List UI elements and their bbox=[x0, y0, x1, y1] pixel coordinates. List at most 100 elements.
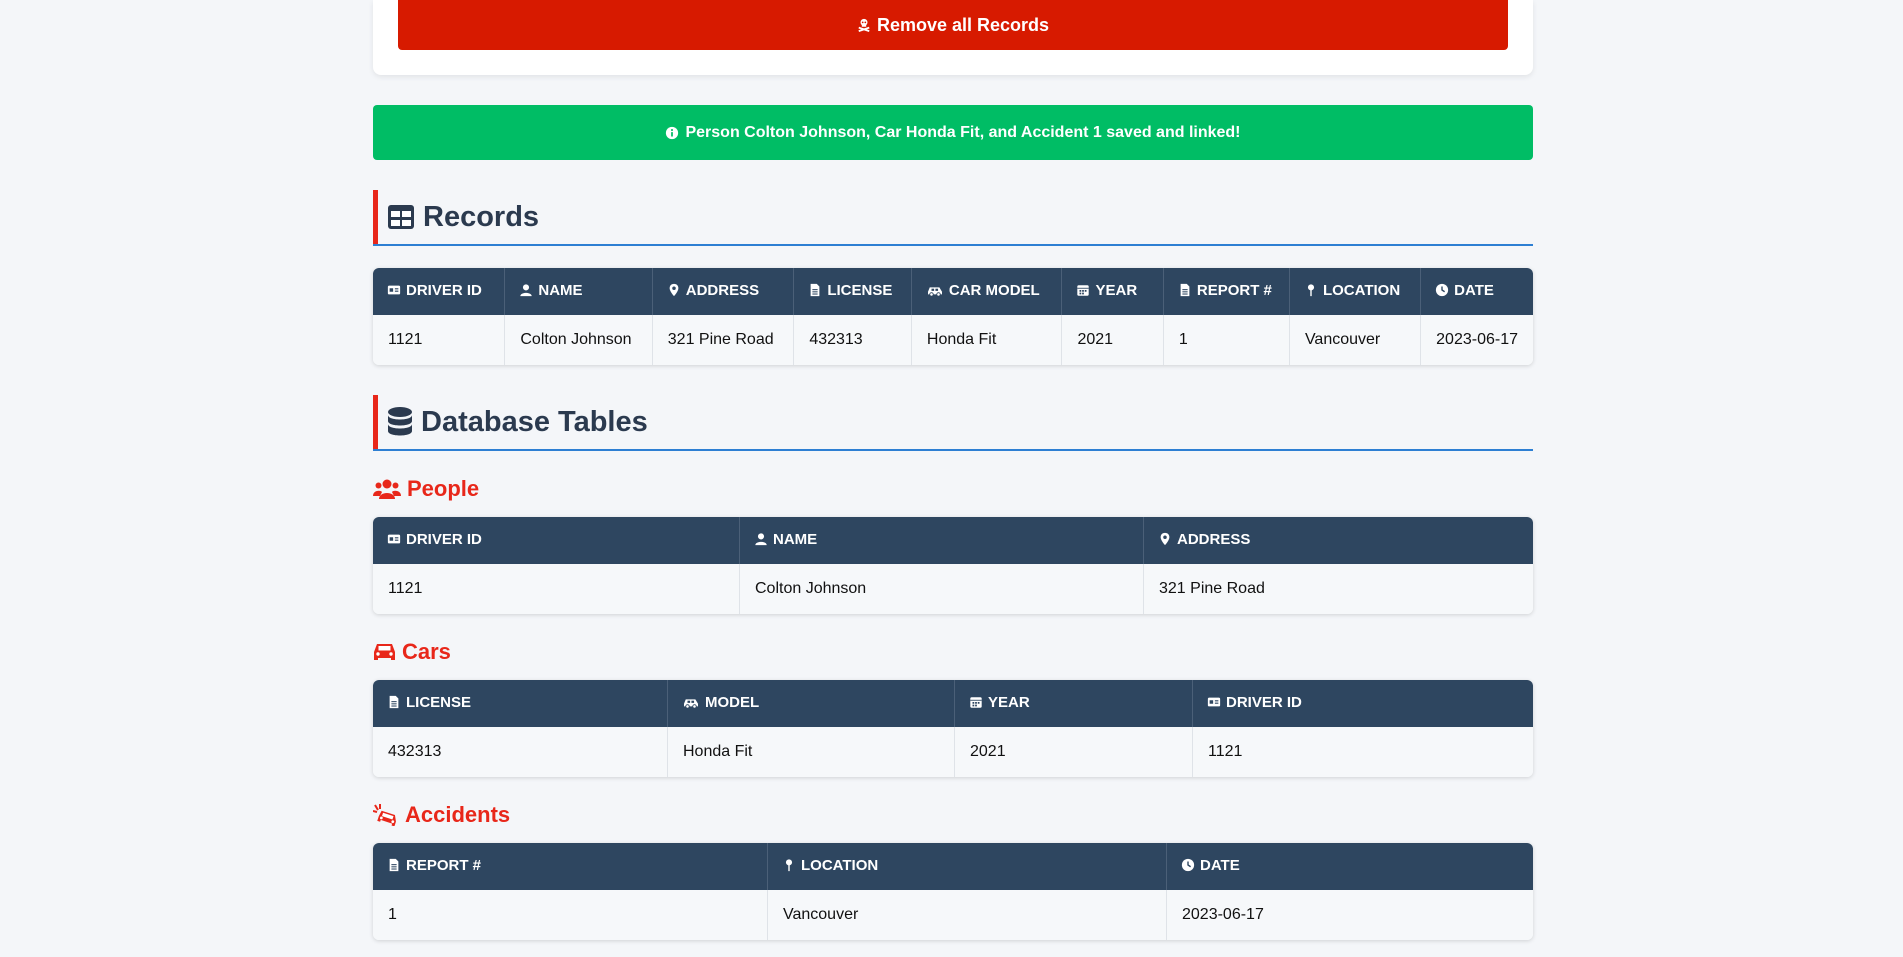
col-model: MODEL bbox=[668, 680, 955, 727]
map-marker-icon bbox=[1158, 532, 1172, 546]
col-label: DATE bbox=[1200, 856, 1240, 874]
table-row: 1121 Colton Johnson 321 Pine Road bbox=[373, 564, 1533, 614]
col-license: LICENSE bbox=[794, 268, 912, 315]
car-side-icon bbox=[926, 283, 944, 297]
col-report: REPORT # bbox=[1163, 268, 1290, 315]
file-icon bbox=[387, 858, 401, 872]
cars-table: LICENSE MODEL YEAR DRIVER ID 432313 Hond… bbox=[373, 680, 1533, 777]
cars-header-row: LICENSE MODEL YEAR DRIVER ID bbox=[373, 680, 1533, 727]
car-icon bbox=[373, 642, 396, 662]
cell-report: 1 bbox=[373, 890, 768, 940]
people-title: People bbox=[407, 476, 480, 501]
table-icon bbox=[387, 203, 415, 231]
col-license: LICENSE bbox=[373, 680, 668, 727]
map-pin-icon bbox=[1304, 283, 1318, 297]
file-icon bbox=[387, 695, 401, 709]
user-icon bbox=[519, 283, 533, 297]
col-year: YEAR bbox=[955, 680, 1193, 727]
col-label: LOCATION bbox=[1322, 281, 1401, 299]
cars-table-wrap: LICENSE MODEL YEAR DRIVER ID 432313 Hond… bbox=[373, 680, 1533, 777]
table-row: 432313 Honda Fit 2021 1121 bbox=[373, 727, 1533, 777]
col-label: DRIVER ID bbox=[406, 281, 482, 299]
people-title-row: People bbox=[373, 476, 1533, 502]
cell-model: Honda Fit bbox=[668, 727, 955, 777]
col-location: LOCATION bbox=[768, 843, 1167, 890]
database-icon bbox=[387, 406, 413, 438]
map-marker-icon bbox=[667, 283, 681, 297]
records-title: Records bbox=[423, 200, 540, 233]
cell-name: Colton Johnson bbox=[740, 564, 1144, 614]
car-side-icon bbox=[682, 695, 700, 709]
col-label: YEAR bbox=[1095, 281, 1138, 299]
col-date: DATE bbox=[1167, 843, 1533, 890]
map-pin-icon bbox=[782, 858, 796, 872]
cell-year: 2021 bbox=[955, 727, 1193, 777]
database-title: Database Tables bbox=[421, 405, 648, 438]
cell-driver-id: 1121 bbox=[373, 564, 740, 614]
col-label: DRIVER ID bbox=[406, 530, 482, 548]
col-label: LICENSE bbox=[406, 693, 472, 711]
remove-all-records-button[interactable]: Remove all Records bbox=[398, 0, 1508, 50]
col-label: REPORT # bbox=[406, 856, 482, 874]
col-address: ADDRESS bbox=[652, 268, 795, 315]
cell-license: 432313 bbox=[794, 315, 912, 365]
skull-crossbones-icon bbox=[857, 18, 871, 32]
col-label: ADDRESS bbox=[685, 281, 760, 299]
records-header-row: DRIVER ID NAME ADDRESS LICENSE CAR MODEL… bbox=[373, 268, 1533, 315]
col-label: DRIVER ID bbox=[1226, 693, 1302, 711]
cell-report: 1 bbox=[1163, 315, 1290, 365]
success-alert: Person Colton Johnson, Car Honda Fit, an… bbox=[373, 105, 1533, 160]
col-label: ADDRESS bbox=[1177, 530, 1251, 548]
accidents-title: Accidents bbox=[405, 802, 511, 827]
col-label: DATE bbox=[1454, 281, 1494, 299]
cell-address: 321 Pine Road bbox=[1144, 564, 1533, 614]
records-table-wrap: DRIVER ID NAME ADDRESS LICENSE CAR MODEL… bbox=[373, 268, 1533, 365]
col-car-model: CAR MODEL bbox=[911, 268, 1063, 315]
cell-location: Vancouver bbox=[768, 890, 1167, 940]
id-card-icon bbox=[387, 532, 401, 546]
actions-card: Remove all Records bbox=[373, 0, 1533, 75]
cell-date: 2023-06-17 bbox=[1167, 890, 1533, 940]
col-label: NAME bbox=[538, 281, 583, 299]
file-icon bbox=[1178, 283, 1192, 297]
col-report: REPORT # bbox=[373, 843, 768, 890]
database-section-title: Database Tables bbox=[373, 395, 1533, 451]
col-label: YEAR bbox=[988, 693, 1030, 711]
cars-title: Cars bbox=[402, 639, 451, 664]
people-header-row: DRIVER ID NAME ADDRESS bbox=[373, 517, 1533, 564]
col-name: NAME bbox=[505, 268, 653, 315]
file-icon bbox=[808, 283, 822, 297]
users-icon bbox=[373, 478, 401, 500]
col-label: LOCATION bbox=[801, 856, 879, 874]
table-row: 1 Vancouver 2023-06-17 bbox=[373, 890, 1533, 940]
table-row: 1121 Colton Johnson 321 Pine Road 432313… bbox=[373, 315, 1533, 365]
records-table: DRIVER ID NAME ADDRESS LICENSE CAR MODEL… bbox=[373, 268, 1533, 365]
cars-title-row: Cars bbox=[373, 639, 1533, 665]
car-crash-icon bbox=[372, 804, 399, 827]
col-name: NAME bbox=[740, 517, 1144, 564]
col-label: REPORT # bbox=[1196, 281, 1272, 299]
accidents-table-wrap: REPORT # LOCATION DATE 1 Vancouver 2023-… bbox=[373, 843, 1533, 940]
cell-location: Vancouver bbox=[1289, 315, 1422, 365]
col-label: MODEL bbox=[705, 693, 760, 711]
col-label: NAME bbox=[773, 530, 818, 548]
col-driver-id: DRIVER ID bbox=[373, 268, 506, 315]
people-table-wrap: DRIVER ID NAME ADDRESS 1121 Colton Johns… bbox=[373, 517, 1533, 614]
main-container: Remove all Records Person Colton Johnson… bbox=[372, 0, 1533, 940]
records-section-title: Records bbox=[373, 190, 1533, 246]
cell-driver-id: 1121 bbox=[1193, 727, 1533, 777]
id-card-icon bbox=[387, 283, 401, 297]
alert-message: Person Colton Johnson, Car Honda Fit, an… bbox=[685, 123, 1241, 141]
accidents-title-row: Accidents bbox=[372, 802, 1533, 828]
accidents-header-row: REPORT # LOCATION DATE bbox=[373, 843, 1533, 890]
col-date: DATE bbox=[1421, 268, 1533, 315]
col-driver-id: DRIVER ID bbox=[1193, 680, 1533, 727]
remove-all-records-label: Remove all Records bbox=[876, 14, 1050, 35]
cell-car-model: Honda Fit bbox=[911, 315, 1063, 365]
col-driver-id: DRIVER ID bbox=[373, 517, 740, 564]
cell-date: 2023-06-17 bbox=[1421, 315, 1533, 365]
col-label: LICENSE bbox=[827, 281, 893, 299]
user-icon bbox=[754, 532, 768, 546]
clock-icon bbox=[1435, 283, 1449, 297]
col-location: LOCATION bbox=[1289, 268, 1422, 315]
